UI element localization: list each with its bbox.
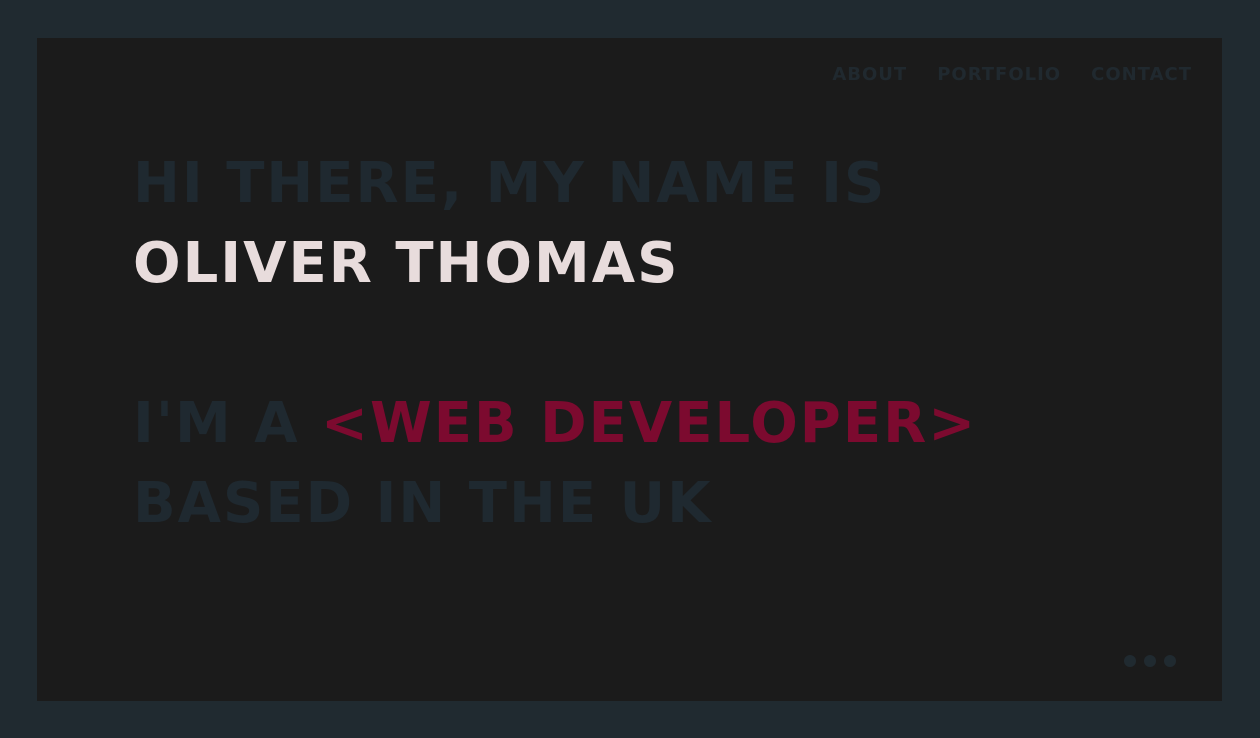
hero-role-line: I'M A <WEB DEVELOPER> xyxy=(133,384,977,464)
hero-section: HI THERE, MY NAME IS OLIVER THOMAS I'M A… xyxy=(133,144,977,544)
hero-location: BASED IN THE UK xyxy=(133,471,713,536)
dot-1 xyxy=(1124,655,1136,667)
more-dots-icon[interactable] xyxy=(1124,655,1176,667)
dot-3 xyxy=(1164,655,1176,667)
hero-greeting: HI THERE, MY NAME IS xyxy=(133,151,887,216)
dot-2 xyxy=(1144,655,1156,667)
nav-about-link[interactable]: ABOUT xyxy=(832,64,907,86)
hero-name: OLIVER THOMAS xyxy=(133,231,680,296)
hero-role-prefix: I'M A xyxy=(133,391,322,456)
hero-role: <WEB DEVELOPER> xyxy=(321,391,978,456)
top-nav: ABOUT PORTFOLIO CONTACT xyxy=(832,64,1192,86)
nav-portfolio-link[interactable]: PORTFOLIO xyxy=(937,64,1061,86)
page-panel: ABOUT PORTFOLIO CONTACT HI THERE, MY NAM… xyxy=(37,38,1222,701)
hero-spacer xyxy=(133,304,977,384)
nav-contact-link[interactable]: CONTACT xyxy=(1091,64,1192,86)
